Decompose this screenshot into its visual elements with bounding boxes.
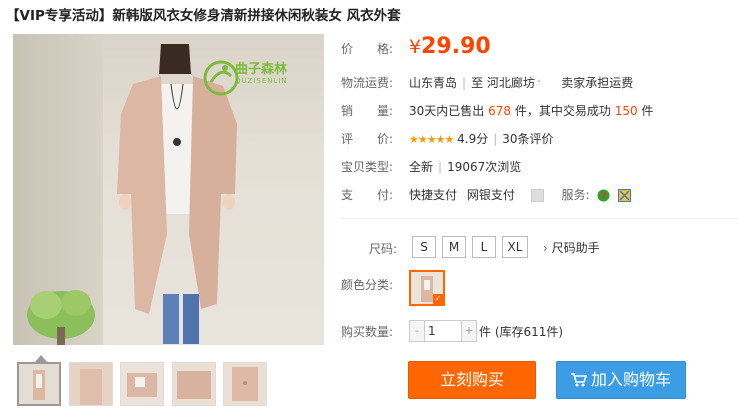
add-to-cart-label: 加入购物车 [590, 370, 671, 389]
shipping-fee: 卖家承担运费 [561, 76, 634, 90]
rating-label: 评 价: [341, 132, 394, 146]
price-amount: 29.90 [421, 34, 491, 59]
price-label: 价 格: [341, 42, 394, 56]
currency-symbol: ¥ [409, 36, 422, 58]
shipping-to-prefix: 至 [471, 76, 484, 90]
sales-mid: 件，其中交易成功 [514, 104, 611, 118]
shipping-destination: 河北廊坊 [486, 76, 535, 90]
size-option-l[interactable]: L [472, 236, 496, 258]
quantity-decrease-button[interactable]: - [410, 321, 425, 341]
item-condition: 全新 [409, 160, 434, 174]
thumbnail-5[interactable] [223, 362, 267, 406]
shipping-label: 物流运费: [341, 76, 394, 90]
size-option-m[interactable]: M [442, 236, 466, 258]
svg-text:7: 7 [601, 192, 607, 202]
shipping-value: 山东青岛 | 至 河北廊坊 ˅ 卖家承担运费 [409, 74, 633, 91]
buy-now-button[interactable]: 立刻购买 [408, 361, 536, 399]
payment-method-bank: 网银支付 [466, 188, 515, 202]
thumbnail-4[interactable] [172, 362, 216, 406]
size-helper-link[interactable]: › 尺码助手 [543, 239, 600, 256]
sales-suffix: 件 [641, 104, 654, 118]
shipping-from: 山东青岛 [409, 76, 458, 90]
thumbnail-2[interactable] [69, 362, 113, 406]
stock-note: 件 (库存611件) [479, 325, 564, 339]
item-type-value: 全新 | 19067次浏览 [409, 158, 521, 175]
price-value: ¥29.90 [409, 34, 491, 59]
payment-label: 支 付: [341, 188, 394, 202]
quantity-stepper: - + [409, 320, 477, 342]
chevron-right-icon: › [543, 241, 548, 255]
sales-success-count: 150 [614, 104, 638, 118]
rating-reviews-link[interactable]: 30条评价 [502, 132, 553, 146]
payment-method-quick: 快捷支付 [409, 188, 458, 202]
item-type-label: 宝贝类型: [341, 160, 394, 174]
quantity-label: 购买数量: [341, 325, 394, 339]
shipping-destination-select[interactable]: 河北廊坊 ˅ [487, 76, 542, 90]
add-to-cart-button[interactable]: 加入购物车 [556, 361, 686, 399]
guarantee-icon[interactable] [618, 189, 632, 202]
size-option-s[interactable]: S [412, 236, 436, 258]
brand-logo-text: 曲子森林 [235, 62, 288, 77]
rating-stars-icon: ★★★★★ [409, 133, 454, 146]
payment-card-icon [530, 189, 544, 202]
payment-value: 快捷支付 网银支付 服务: 7 [409, 186, 632, 203]
sales-sold-count: 678 [488, 104, 512, 118]
size-option-xl[interactable]: XL [502, 236, 528, 258]
thumbnail-3[interactable] [120, 362, 164, 406]
rating-score: 4.9分 [457, 132, 489, 146]
cart-icon [570, 373, 587, 387]
rating-value: ★★★★★ 4.9分 | 30条评价 [409, 130, 554, 147]
product-main-image[interactable]: 曲子森林 QUZISENLIN [13, 34, 324, 345]
section-divider [341, 218, 738, 219]
quantity-increase-button[interactable]: + [461, 321, 476, 341]
item-views: 19067次浏览 [447, 160, 522, 174]
service-label: 服务: [561, 188, 590, 202]
divider: | [493, 132, 498, 146]
quantity-input[interactable] [425, 321, 464, 341]
sales-prefix: 30天内已售出 [409, 104, 485, 118]
product-title: 【VIP专享活动】新韩版风衣女修身清新拼接休闲秋装女 风衣外套 [6, 8, 401, 24]
size-helper-text: 尺码助手 [551, 241, 600, 255]
thumbnail-pointer-icon [35, 355, 47, 362]
plant-illustration [27, 290, 95, 345]
chevron-down-icon: ˅ [536, 80, 542, 90]
brand-logo-subtext: QUZISENLIN [235, 77, 288, 85]
divider: | [438, 160, 443, 174]
divider: | [462, 76, 467, 90]
selected-check-icon: ✓ [433, 294, 443, 304]
color-label: 颜色分类: [341, 278, 394, 292]
color-option-pink[interactable]: ✓ [409, 270, 445, 306]
thumbnail-1[interactable] [17, 362, 61, 406]
sales-label: 销 量: [341, 104, 394, 118]
seven-day-return-icon[interactable]: 7 [597, 189, 610, 202]
sales-value: 30天内已售出 678 件，其中交易成功 150 件 [409, 102, 653, 119]
